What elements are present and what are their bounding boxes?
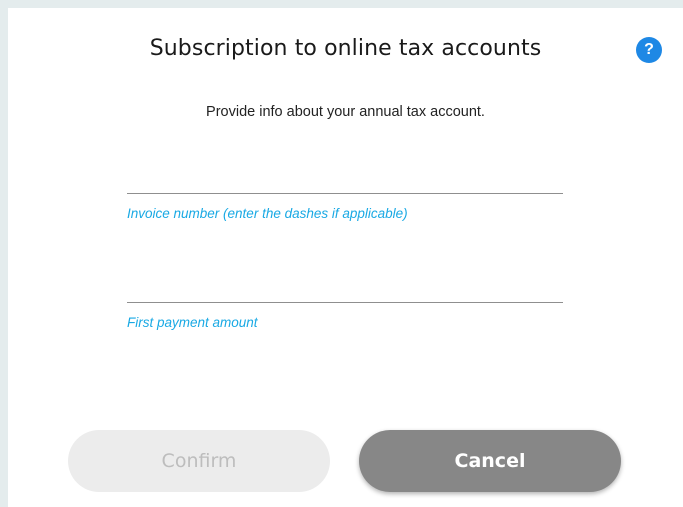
dialog-subtitle: Provide info about your annual tax accou… — [206, 104, 485, 120]
invoice-number-input[interactable] — [127, 166, 563, 194]
question-mark-icon[interactable]: ? — [636, 37, 662, 63]
dialog-title: Subscription to online tax accounts — [149, 36, 542, 61]
confirm-button[interactable]: Confirm — [68, 430, 330, 492]
cancel-button[interactable]: Cancel — [359, 430, 621, 492]
first-payment-input[interactable] — [127, 275, 563, 303]
first-payment-field: First payment amount — [127, 275, 563, 330]
invoice-number-label: Invoice number (enter the dashes if appl… — [127, 206, 408, 221]
first-payment-label: First payment amount — [127, 315, 258, 330]
subscription-dialog: Subscription to online tax accounts ? Pr… — [8, 8, 683, 507]
invoice-number-field: Invoice number (enter the dashes if appl… — [127, 166, 563, 221]
